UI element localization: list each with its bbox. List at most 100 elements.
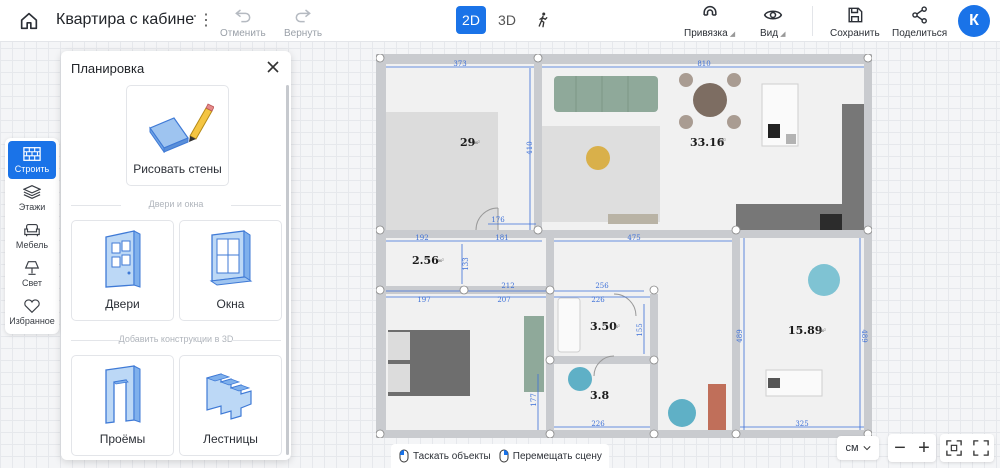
shoe-rack: [708, 384, 726, 430]
undo-label: Отменить: [220, 28, 266, 39]
windows-label: Окна: [216, 297, 245, 311]
view-controls: [940, 434, 994, 462]
top-toolbar: Квартира с кабинетом ⋮ Отменить Вернуть …: [0, 0, 1000, 42]
category-rail: Строить Этажи Мебель Свет Избранное: [5, 138, 59, 334]
drag-objects-label: Таскать объекты: [413, 450, 491, 462]
redo-icon: [295, 9, 311, 23]
rail-item-build[interactable]: Строить: [8, 141, 56, 179]
fit-to-screen-icon[interactable]: [945, 440, 962, 456]
draw-walls-icon: [149, 103, 214, 153]
rail-item-furniture[interactable]: Мебель: [8, 217, 56, 255]
undo-button[interactable]: Отменить: [220, 5, 266, 39]
floppy-disk-icon: [848, 7, 863, 23]
zoom-out-icon[interactable]: −: [894, 437, 906, 460]
dim-label: 177: [530, 393, 538, 406]
rail-item-floors[interactable]: Этажи: [8, 179, 56, 217]
panel-scrollbar[interactable]: [286, 85, 289, 455]
dim-label: 133: [462, 257, 470, 270]
walk-mode-icon[interactable]: [528, 6, 558, 34]
section-doors-windows: Двери и окна: [71, 199, 281, 209]
dim-label: 410: [526, 141, 534, 154]
rail-label: Избранное: [9, 316, 55, 326]
view-menu-button[interactable]: Вид ◢: [760, 5, 785, 39]
heart-icon: [24, 299, 40, 314]
area-label: 2.56: [412, 254, 439, 267]
redo-label: Вернуть: [284, 28, 323, 39]
share-button[interactable]: Поделиться: [892, 5, 947, 39]
mouse-left-icon: [399, 449, 409, 463]
move-scene-label: Перемещать сцену: [512, 450, 602, 462]
view-mode-toggle: 2D 3D: [456, 6, 558, 34]
dim-label: 226: [591, 296, 605, 304]
save-label: Сохранить: [830, 28, 880, 39]
close-icon[interactable]: [266, 60, 280, 74]
draw-walls-label: Рисовать стены: [133, 162, 222, 176]
dim-label: 475: [627, 234, 640, 242]
area-label: 15.89: [788, 324, 822, 337]
rail-label: Этажи: [18, 202, 46, 212]
stairs-icon: [205, 373, 252, 420]
stairs-card[interactable]: Лестницы: [179, 355, 282, 456]
dim-label: 212: [501, 282, 514, 290]
home-icon[interactable]: [18, 10, 40, 32]
project-title[interactable]: Квартира с кабинетом: [56, 11, 196, 29]
marble-rug-living: [542, 126, 660, 222]
eye-icon: [763, 10, 782, 20]
undo-icon: [234, 9, 251, 23]
area-unit: м²: [820, 328, 826, 334]
save-button[interactable]: Сохранить: [830, 5, 880, 39]
snap-label: Привязка: [684, 28, 728, 39]
interaction-mode-bar: Таскать объекты Перемещать сцену: [391, 444, 609, 468]
area-unit: м²: [438, 258, 444, 264]
unit-select[interactable]: см: [837, 436, 879, 460]
drag-objects-option[interactable]: Таскать объекты: [399, 449, 491, 463]
brick-wall-icon: [23, 147, 41, 161]
sofa: [554, 76, 658, 112]
round-rug-bedroom: [808, 264, 840, 296]
windows-card[interactable]: Окна: [179, 220, 282, 321]
draw-walls-card[interactable]: Рисовать стены: [126, 85, 229, 186]
toolbar-divider: [812, 6, 813, 36]
openings-card[interactable]: Проёмы: [71, 355, 174, 456]
kitchen-counter: [842, 104, 864, 230]
view-3d-button[interactable]: 3D: [492, 6, 522, 34]
panel-title: Планировка: [71, 61, 145, 76]
dim-label: 197: [417, 296, 430, 304]
lamp-icon: [24, 261, 40, 275]
dim-label: 489: [736, 329, 744, 342]
area-unit: м²: [614, 324, 620, 330]
dining-table: [693, 83, 727, 117]
marble-rug: [386, 112, 498, 230]
fullscreen-icon[interactable]: [972, 440, 989, 456]
doors-card[interactable]: Двери: [71, 220, 174, 321]
rail-item-favorites[interactable]: Избранное: [8, 293, 56, 331]
dim-label: 176: [491, 216, 505, 224]
chevron-down-icon: [862, 446, 871, 451]
bathtub: [557, 297, 581, 353]
floor-plan-canvas[interactable]: 373 810 410 176 192 181 475 133 212 256 …: [376, 54, 872, 438]
dim-label: 207: [497, 296, 510, 304]
bedroom-bench: [524, 316, 544, 392]
zoom-in-icon[interactable]: +: [918, 437, 930, 460]
tv-stand: [608, 214, 658, 224]
more-menu-icon[interactable]: ⋮: [198, 10, 214, 30]
dim-label: 489: [860, 329, 868, 342]
move-scene-option[interactable]: Перемещать сцену: [499, 449, 602, 463]
area-label: 3.8: [590, 389, 609, 402]
round-rug-corridor: [668, 399, 696, 427]
window-icon: [209, 230, 253, 286]
area-unit: м²: [720, 138, 726, 144]
room-hall[interactable]: [554, 238, 732, 294]
redo-button[interactable]: Вернуть: [284, 5, 322, 39]
dim-label: 181: [495, 234, 508, 242]
rail-item-light[interactable]: Свет: [8, 255, 56, 293]
layout-panel: Планировка Рисовать стены Двери и окна Д…: [61, 51, 291, 460]
avatar[interactable]: К: [958, 5, 990, 37]
view-label: Вид: [760, 28, 779, 39]
dim-label: 810: [697, 60, 710, 68]
round-rug-wc: [568, 367, 592, 391]
unit-value: см: [845, 442, 859, 454]
view-2d-button[interactable]: 2D: [456, 6, 486, 34]
snap-button[interactable]: Привязка ◢: [684, 5, 735, 39]
doors-label: Двери: [105, 297, 140, 311]
